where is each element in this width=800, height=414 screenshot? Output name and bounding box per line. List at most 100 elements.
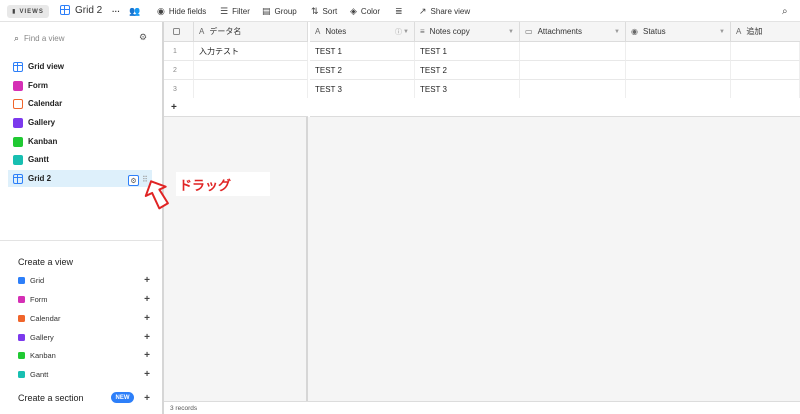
share-icon: ↗ xyxy=(419,5,427,16)
cell-name[interactable] xyxy=(194,61,308,80)
plus-icon: + xyxy=(144,349,150,361)
cell-status[interactable] xyxy=(626,80,731,99)
collaborators-button[interactable]: 👥 xyxy=(129,4,144,18)
row-number[interactable]: 2 xyxy=(164,61,194,80)
cell-name[interactable] xyxy=(194,80,308,99)
create-item-label: Kanban xyxy=(30,350,56,360)
row-number[interactable]: 3 xyxy=(164,80,194,99)
form-icon xyxy=(18,295,25,303)
cell-notes-copy[interactable]: TEST 2 xyxy=(415,61,520,80)
long-text-field-icon: ≡ xyxy=(420,27,425,36)
cell-attachments[interactable] xyxy=(520,42,626,61)
sidebar-item-gallery[interactable]: Gallery xyxy=(8,114,152,131)
column-header-attachments[interactable]: ▭ Attachments ▼ xyxy=(520,22,626,42)
gear-icon[interactable]: ⚙ xyxy=(139,32,147,43)
filter-button[interactable]: ☰ Filter xyxy=(220,4,250,18)
view-label: Kanban xyxy=(28,137,58,146)
sidebar-item-kanban[interactable]: Kanban xyxy=(8,133,152,150)
sort-button[interactable]: ⇅ Sort xyxy=(311,4,337,18)
add-record-button[interactable]: + xyxy=(164,98,308,117)
share-view-button[interactable]: ↗ Share view xyxy=(419,4,470,18)
find-view-search[interactable]: ⌕ Find a view xyxy=(14,33,65,44)
cell-status[interactable] xyxy=(626,42,731,61)
cell-add[interactable] xyxy=(731,80,800,99)
kanban-icon xyxy=(13,136,23,147)
chevron-down-icon[interactable]: ▼ xyxy=(403,29,409,35)
search-icon: ⌕ xyxy=(782,5,788,17)
view-label: Gantt xyxy=(28,155,49,164)
cell-notes-copy[interactable]: TEST 1 xyxy=(415,42,520,61)
view-settings-gear-icon[interactable]: ⚙ xyxy=(128,175,139,186)
views-sidebar: ⌕ Find a view ⚙ Grid view Form Calendar … xyxy=(0,22,164,414)
gallery-icon xyxy=(18,333,25,341)
chevron-down-icon[interactable]: ▼ xyxy=(614,29,620,35)
cell-attachments[interactable] xyxy=(520,61,626,80)
gantt-icon xyxy=(18,370,25,378)
grid-area: A データ名 A Notes ⓘ ▼ ≡ Notes copy ▼ ▭ Atta… xyxy=(164,22,800,414)
create-gantt-button[interactable]: Gantt + xyxy=(18,367,150,381)
select-all-header[interactable] xyxy=(164,22,194,42)
info-icon[interactable]: ⓘ xyxy=(395,27,402,37)
cell-status[interactable] xyxy=(626,61,731,80)
create-item-label: Gantt xyxy=(30,369,49,379)
chevron-down-icon[interactable]: ▼ xyxy=(719,29,725,35)
column-header-name[interactable]: A データ名 xyxy=(194,22,308,42)
cell-add[interactable] xyxy=(731,42,800,61)
sidebar-item-grid-view[interactable]: Grid view xyxy=(8,58,152,75)
cell-notes-copy[interactable]: TEST 3 xyxy=(415,80,520,99)
column-header-notes[interactable]: A Notes ⓘ ▼ xyxy=(310,22,415,42)
search-button[interactable]: ⌕ xyxy=(782,4,792,18)
current-view-selector[interactable]: Grid 2 xyxy=(60,3,102,17)
filter-icon: ☰ xyxy=(220,5,229,16)
column-header-notes-copy[interactable]: ≡ Notes copy ▼ xyxy=(415,22,520,42)
cell-name[interactable]: 入力テスト xyxy=(194,42,308,61)
cell-add[interactable] xyxy=(731,61,800,80)
gantt-icon xyxy=(13,154,23,165)
create-view-title: Create a view xyxy=(18,257,74,267)
sidebar-item-calendar[interactable]: Calendar xyxy=(8,95,152,112)
row-height-button[interactable]: ≣ xyxy=(395,4,407,18)
form-icon xyxy=(13,80,23,91)
column-title: 追加 xyxy=(746,27,763,36)
cell-attachments[interactable] xyxy=(520,80,626,99)
column-header-add[interactable]: A 追加 xyxy=(731,22,800,42)
sort-label: Sort xyxy=(322,6,338,16)
color-button[interactable]: ◈ Color xyxy=(350,4,380,18)
create-calendar-button[interactable]: Calendar + xyxy=(18,311,150,325)
add-record-row[interactable] xyxy=(310,98,800,117)
plus-icon: + xyxy=(144,392,150,404)
create-item-label: Form xyxy=(30,294,48,304)
drag-arrow-annotation xyxy=(144,180,169,210)
views-label: VIEWS xyxy=(19,8,44,15)
more-button[interactable]: ··· xyxy=(112,4,120,18)
toolbar: ▮ VIEWS Grid 2 ··· 👥 ◉ Hide fields ☰ Fil… xyxy=(0,0,800,22)
sidebar-item-gantt[interactable]: Gantt xyxy=(8,151,152,168)
row-number[interactable]: 1 xyxy=(164,42,194,61)
column-header-status[interactable]: ◉ Status ▼ xyxy=(626,22,731,42)
hide-fields-label: Hide fields xyxy=(168,6,207,16)
create-section-button[interactable]: Create a section NEW + xyxy=(18,392,150,404)
hide-fields-button[interactable]: ◉ Hide fields xyxy=(157,4,206,18)
chevron-down-icon[interactable]: ▼ xyxy=(508,29,514,35)
group-button[interactable]: ▤ Group xyxy=(262,4,297,18)
column-title: Notes xyxy=(325,27,347,36)
create-kanban-button[interactable]: Kanban + xyxy=(18,348,150,362)
search-icon: ⌕ xyxy=(14,33,20,43)
create-gallery-button[interactable]: Gallery + xyxy=(18,330,150,344)
create-form-button[interactable]: Form + xyxy=(18,292,150,306)
calendar-icon xyxy=(13,98,23,109)
select-all-checkbox[interactable] xyxy=(173,28,180,35)
create-grid-button[interactable]: Grid + xyxy=(18,273,150,287)
text-field-icon: A xyxy=(736,27,742,36)
cell-notes[interactable]: TEST 3 xyxy=(310,80,415,99)
view-label: Gallery xyxy=(28,118,56,127)
plus-icon: + xyxy=(144,293,150,305)
view-label: Grid 2 xyxy=(28,174,52,183)
sidebar-item-form[interactable]: Form xyxy=(8,77,152,94)
sidebar-toggle-icon: ▮ xyxy=(12,9,17,15)
column-title: データ名 xyxy=(209,27,242,36)
cell-notes[interactable]: TEST 1 xyxy=(310,42,415,61)
cell-notes[interactable]: TEST 2 xyxy=(310,61,415,80)
eye-icon: ◉ xyxy=(157,5,165,16)
views-toggle-button[interactable]: ▮ VIEWS xyxy=(7,5,49,18)
